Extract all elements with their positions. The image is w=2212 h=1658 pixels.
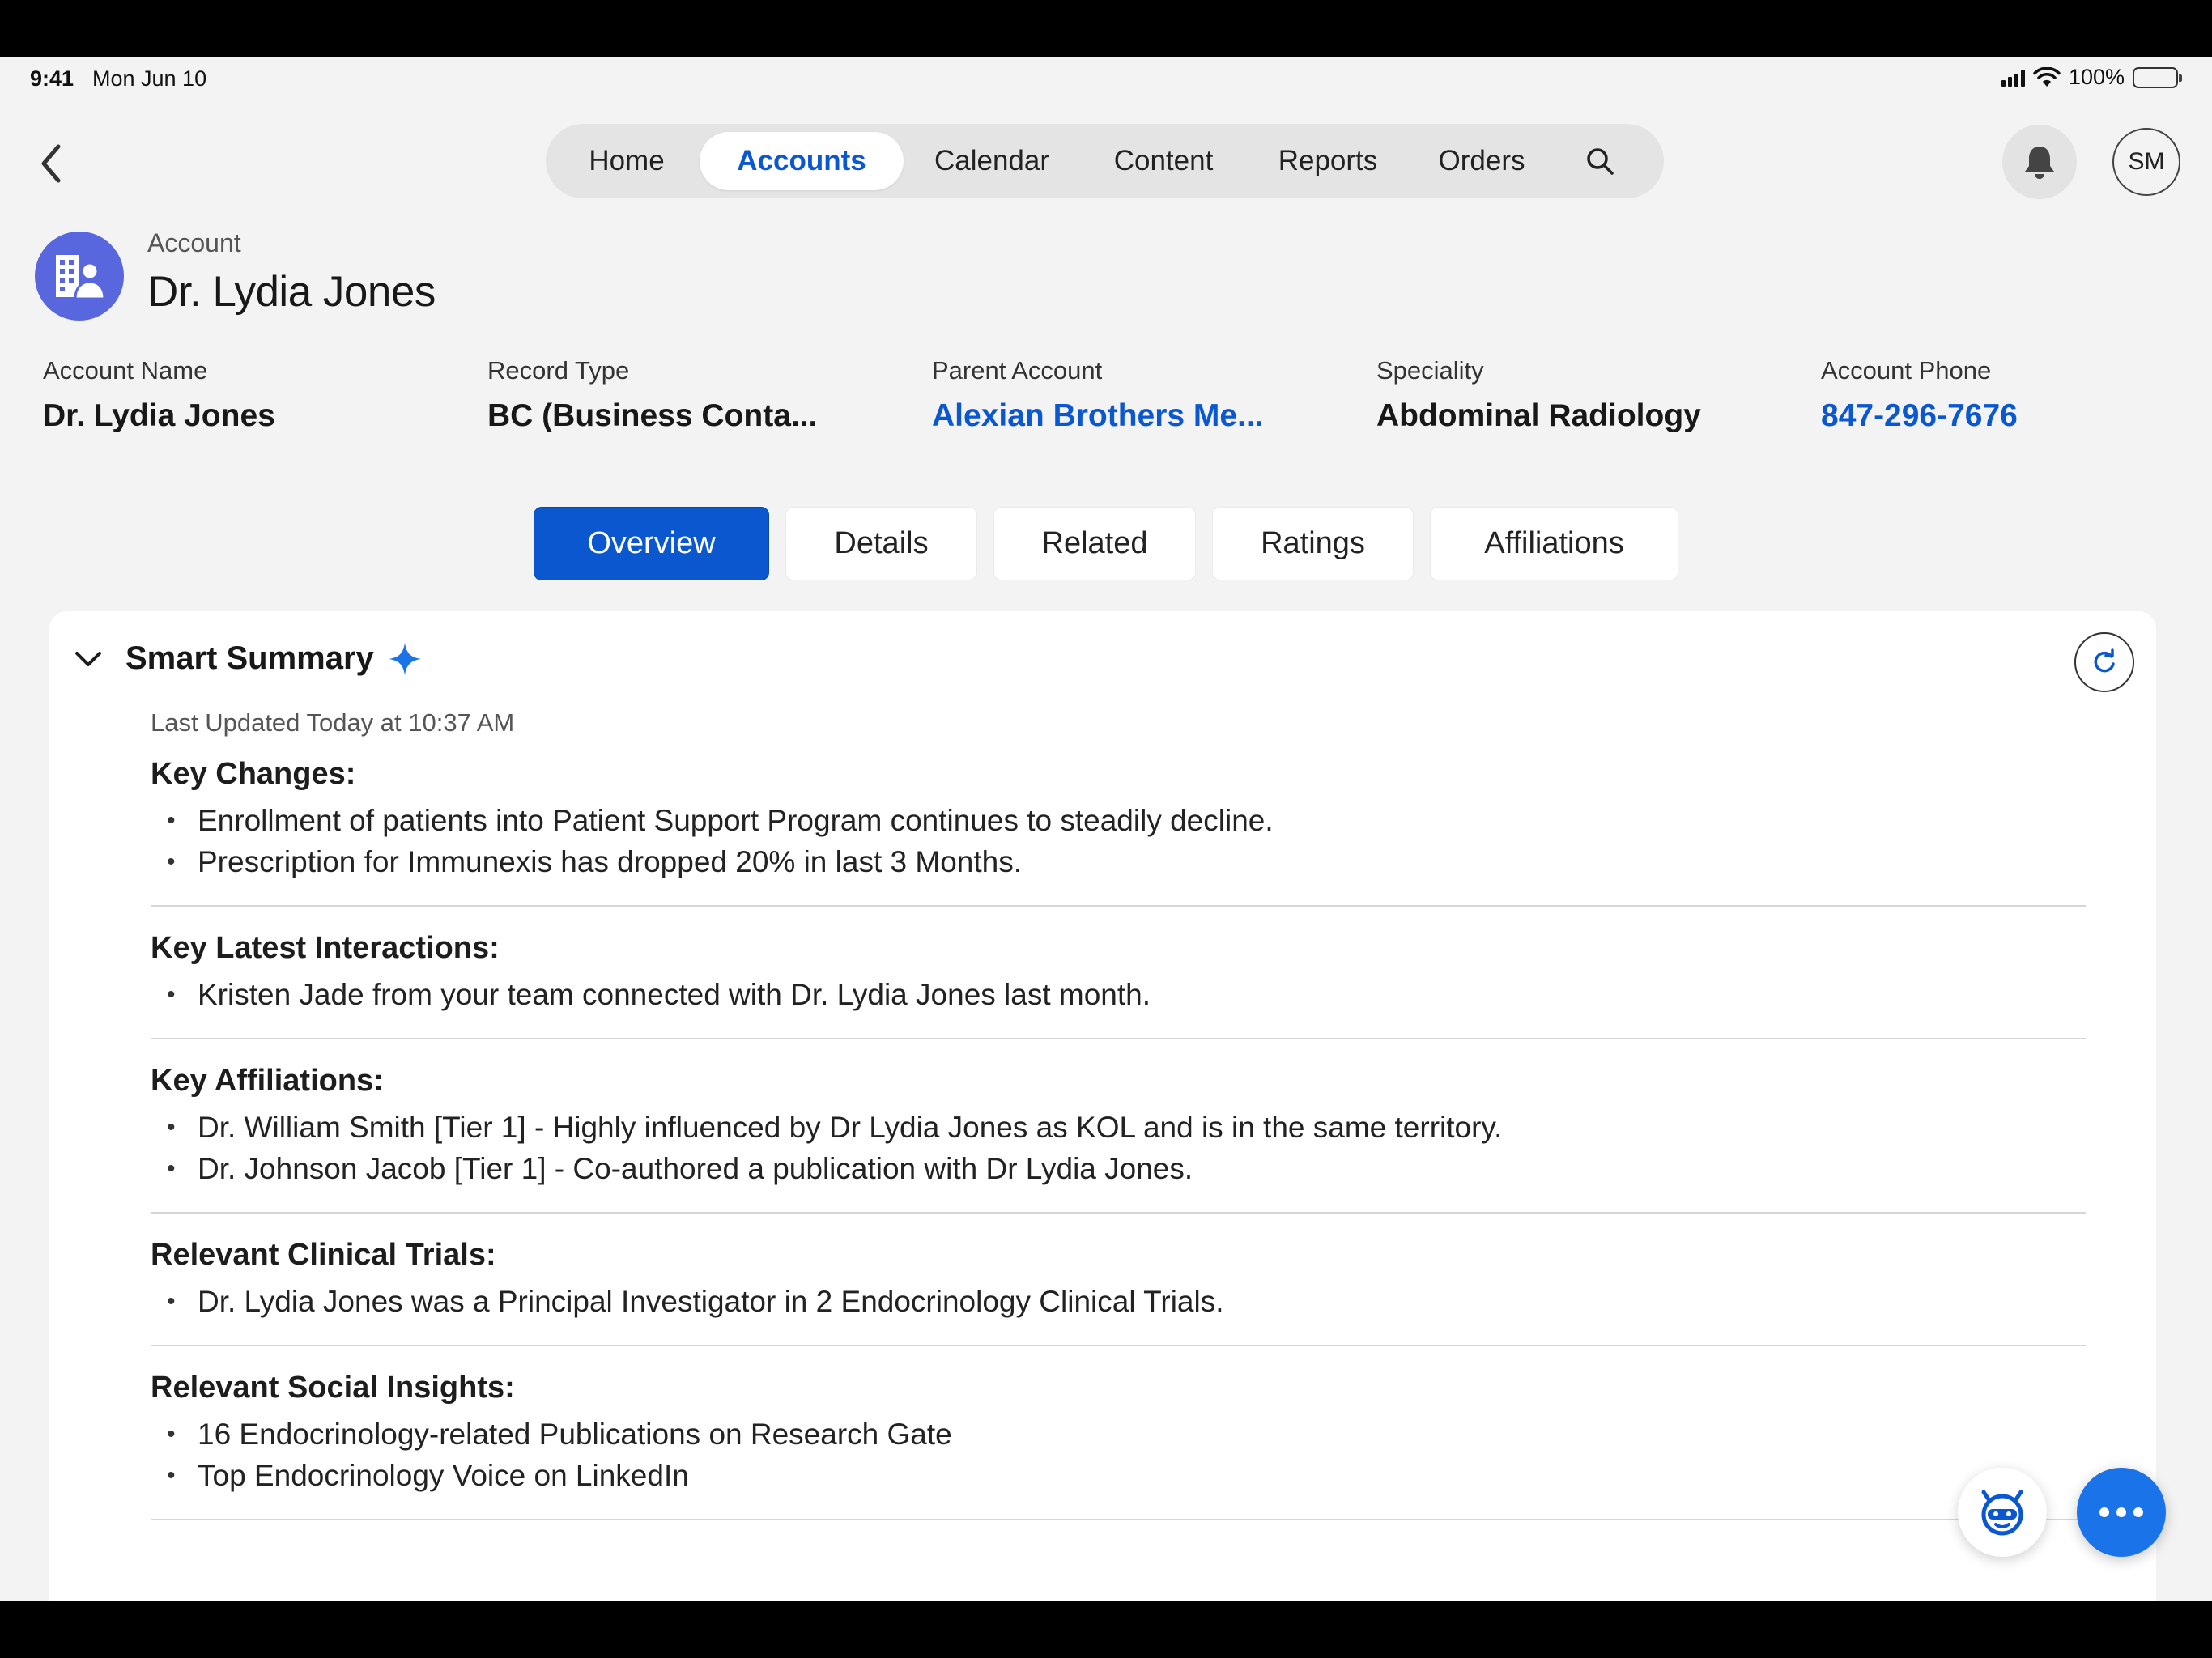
nav-accounts[interactable]: Accounts <box>700 132 904 190</box>
summary-sections: Key Changes: Enrollment of patients into… <box>151 757 2086 1545</box>
record-tabs: Overview Details Related Ratings Affilia… <box>534 507 1678 580</box>
section-heading: Key Affiliations: <box>151 1064 384 1098</box>
page-title: Dr. Lydia Jones <box>147 268 436 316</box>
cellular-signal-icon <box>2001 69 2025 87</box>
nav-home[interactable]: Home <box>554 132 700 190</box>
field-label: Parent Account <box>932 356 1103 385</box>
field-value: Abdominal Radiology <box>1376 398 1701 433</box>
chevron-left-icon <box>41 144 61 183</box>
field-label: Account Name <box>43 356 208 385</box>
parent-account-link[interactable]: Alexian Brothers Me... <box>932 398 1264 434</box>
field-label: Speciality <box>1376 356 1484 385</box>
account-building-icon <box>35 232 124 321</box>
nav-orders[interactable]: Orders <box>1409 132 1555 190</box>
assistant-bot-icon <box>1981 1490 2023 1536</box>
section-heading: Relevant Clinical Trials: <box>151 1238 496 1272</box>
list-item: Prescription for Immunexis has dropped 2… <box>151 841 2086 882</box>
summary-section-interactions: Key Latest Interactions: Kristen Jade fr… <box>151 931 2086 1039</box>
wifi-icon <box>2033 66 2061 87</box>
battery-icon <box>2133 66 2182 88</box>
smart-summary-card: Smart Summary Last Updated Today at 10:3… <box>49 611 2156 1601</box>
field-account-phone: Account Phone 847-296-7676 <box>1821 356 2018 434</box>
section-heading: Relevant Social Insights: <box>151 1371 515 1405</box>
user-avatar[interactable]: SM <box>2112 128 2180 196</box>
field-label: Record Type <box>487 356 630 385</box>
refresh-icon <box>2094 648 2115 673</box>
section-heading: Key Changes: <box>151 757 356 791</box>
summary-section-clinical-trials: Relevant Clinical Trials: Dr. Lydia Jone… <box>151 1238 2086 1346</box>
field-speciality: Speciality Abdominal Radiology <box>1376 356 1701 434</box>
nav-content[interactable]: Content <box>1080 132 1247 190</box>
list-item: Dr. William Smith [Tier 1] - Highly infl… <box>151 1107 2086 1148</box>
smart-summary-title: Smart Summary <box>125 640 374 676</box>
list-item: Dr. Lydia Jones was a Principal Investig… <box>151 1281 2086 1322</box>
list-item: 16 Endocrinology-related Publications on… <box>151 1414 2086 1455</box>
summary-section-key-changes: Key Changes: Enrollment of patients into… <box>151 757 2086 907</box>
tab-overview[interactable]: Overview <box>534 507 769 580</box>
field-record-type: Record Type BC (Business Conta... <box>487 356 817 434</box>
status-time: 9:41 <box>30 66 74 91</box>
field-account-name: Account Name Dr. Lydia Jones <box>43 356 275 434</box>
nav-reports[interactable]: Reports <box>1247 132 1409 190</box>
list-item: Top Endocrinology Voice on LinkedIn <box>151 1455 2086 1496</box>
chevron-down-icon[interactable] <box>72 643 104 675</box>
notifications-button[interactable] <box>2002 125 2077 199</box>
summary-section-affiliations: Key Affiliations: Dr. William Smith [Tie… <box>151 1064 2086 1214</box>
section-heading: Key Latest Interactions: <box>151 931 500 965</box>
more-icon <box>2099 1507 2109 1517</box>
tab-related[interactable]: Related <box>993 507 1196 580</box>
bell-icon <box>2025 147 2054 179</box>
field-value: Dr. Lydia Jones <box>43 398 275 433</box>
search-icon <box>1587 148 1614 175</box>
status-bar: 9:41 Mon Jun 10 100% <box>0 57 2212 99</box>
tab-affiliations[interactable]: Affiliations <box>1430 507 1678 580</box>
list-item: Kristen Jade from your team connected wi… <box>151 974 2086 1015</box>
status-date: Mon Jun 10 <box>92 66 207 91</box>
tab-ratings[interactable]: Ratings <box>1212 507 1414 580</box>
summary-section-social-insights: Relevant Social Insights: 16 Endocrinolo… <box>151 1371 2086 1520</box>
field-label: Account Phone <box>1821 356 1992 385</box>
main-navigation: Home Accounts Calendar Content Reports O… <box>546 124 1664 198</box>
record-kind-label: Account <box>147 228 241 257</box>
back-button[interactable] <box>31 139 71 188</box>
tab-details[interactable]: Details <box>785 507 977 580</box>
field-value: BC (Business Conta... <box>487 398 818 433</box>
list-item: Dr. Johnson Jacob [Tier 1] - Co-authored… <box>151 1148 2086 1189</box>
refresh-button[interactable] <box>2074 632 2134 692</box>
app-screen: 9:41 Mon Jun 10 100% Home Accounts Calen… <box>0 57 2212 1601</box>
status-indicators: 100% <box>2001 65 2182 90</box>
nav-calendar[interactable]: Calendar <box>904 132 1080 190</box>
more-button[interactable] <box>2077 1468 2166 1557</box>
last-updated-text: Last Updated Today at 10:37 AM <box>151 708 515 737</box>
smart-summary-header[interactable]: Smart Summary <box>72 640 423 677</box>
sparkle-icon <box>387 641 423 677</box>
phone-link[interactable]: 847-296-7676 <box>1821 398 2018 434</box>
battery-percent: 100% <box>2068 65 2125 89</box>
field-parent-account: Parent Account Alexian Brothers Me... <box>932 356 1264 434</box>
search-button[interactable] <box>1571 132 1629 190</box>
assistant-button[interactable] <box>1958 1468 2047 1557</box>
list-item: Enrollment of patients into Patient Supp… <box>151 800 2086 841</box>
